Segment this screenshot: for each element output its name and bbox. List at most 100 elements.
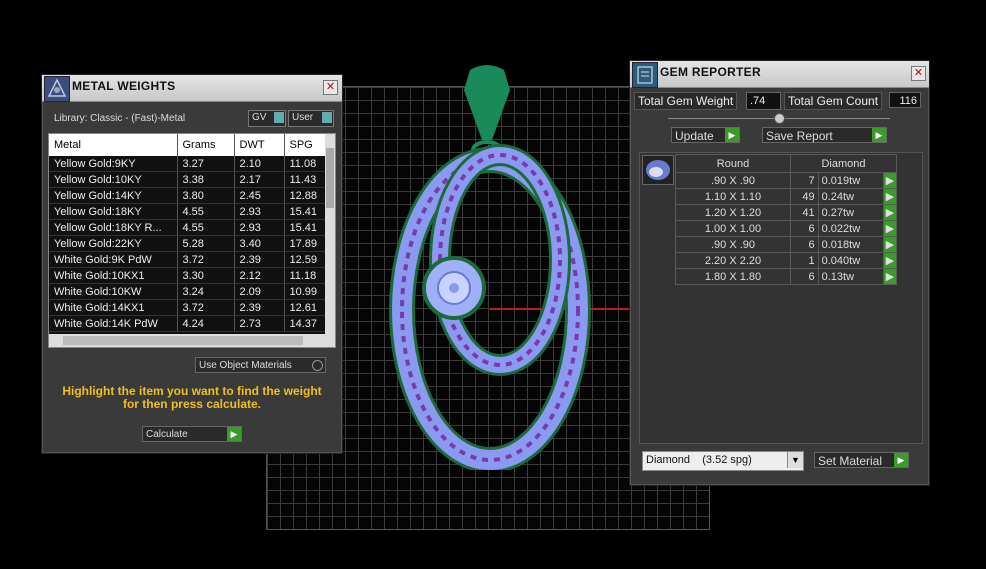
table-row[interactable]: 1.80 X 1.80 6 0.13tw ▶ [675, 268, 897, 285]
table-cell: 3.24 [177, 283, 235, 300]
close-icon[interactable]: ✕ [323, 80, 338, 95]
table-cell: Yellow Gold:14KY [49, 187, 178, 204]
green-arrow-icon[interactable]: ▶ [883, 220, 897, 237]
table-cell: 6 [790, 268, 819, 285]
chevron-down-icon[interactable]: ▼ [787, 452, 803, 468]
table-cell: 4.24 [177, 315, 235, 332]
table-cell: .90 X .90 [675, 172, 791, 189]
table-cell: 10.99 [284, 283, 326, 300]
set-material-button[interactable]: Set Material ▶ [814, 452, 909, 468]
panel-title: METAL WEIGHTS [72, 79, 176, 93]
table-cell: 2.12 [234, 267, 285, 284]
table-cell: 0.24tw [817, 188, 885, 205]
table-cell: 1.20 X 1.20 [675, 204, 791, 221]
user-toggle[interactable]: User [288, 110, 334, 127]
table-cell: 2.20 X 2.20 [675, 252, 791, 269]
table-cell: White Gold:10KW [49, 283, 178, 300]
table-cell: 3.80 [177, 187, 235, 204]
green-arrow-icon[interactable]: ▶ [883, 252, 897, 269]
table-cell: 15.41 [284, 219, 326, 236]
table-cell: 6 [790, 236, 819, 253]
use-object-materials-toggle[interactable]: Use Object Materials [195, 357, 326, 373]
green-arrow-icon[interactable]: ▶ [883, 204, 897, 221]
green-arrow-icon[interactable]: ▶ [883, 268, 897, 285]
table-row[interactable]: 1.20 X 1.20 41 0.27tw ▶ [675, 204, 897, 221]
green-arrow-icon: ▶ [725, 128, 739, 142]
table-cell: 4.55 [177, 203, 235, 220]
metal-weights-panel: METAL WEIGHTS ✕ Library: Classic - (Fast… [41, 74, 343, 454]
table-cell: 11.18 [284, 267, 326, 284]
table-row[interactable]: White Gold:9K PdW 3.72 2.39 12.59 [49, 251, 326, 268]
green-arrow-icon[interactable]: ▶ [883, 172, 897, 189]
column-header[interactable]: Grams [177, 134, 235, 156]
table-cell: 4.55 [177, 219, 235, 236]
table-cell: 2.45 [234, 187, 285, 204]
column-header[interactable]: DWT [234, 134, 285, 156]
total-gem-count-value: 116 [889, 92, 921, 108]
table-cell: 49 [790, 188, 819, 205]
table-cell: 1.10 X 1.10 [675, 188, 791, 205]
table-cell: White Gold:14KX1 [49, 299, 178, 316]
table-cell: Yellow Gold:18KY [49, 203, 178, 220]
table-cell: 1.80 X 1.80 [675, 268, 791, 285]
metal-table-container[interactable]: Metal Grams DWT SPG Yellow Gold:9KY 3.27 2.10… [48, 133, 336, 348]
gv-toggle[interactable]: GV [248, 110, 286, 127]
table-cell: 3.72 [177, 251, 235, 268]
material-select[interactable]: Diamond (3.52 spg) ▼ [642, 451, 804, 471]
green-arrow-icon: ▶ [227, 427, 241, 441]
table-cell: Yellow Gold:18KY R... [49, 219, 178, 236]
table-cell: 1 [790, 252, 819, 269]
splitter-handle[interactable] [774, 113, 785, 124]
total-gem-count-label: Total Gem Count [784, 92, 883, 110]
table-cell: 2.39 [234, 299, 285, 316]
table-cell: 7 [790, 172, 819, 189]
table-row[interactable]: .90 X .90 6 0.018tw ▶ [675, 236, 897, 253]
pendant-model[interactable] [380, 60, 600, 470]
table-cell: White Gold:9K PdW [49, 251, 178, 268]
table-row[interactable]: Yellow Gold:22KY 5.28 3.40 17.89 [49, 235, 326, 252]
table-cell: Yellow Gold:22KY [49, 235, 178, 252]
calculate-button[interactable]: Calculate ▶ [142, 426, 242, 442]
table-row[interactable]: Yellow Gold:9KY 3.27 2.10 11.08 [49, 156, 326, 172]
gem-list-area[interactable]: Round Diamond .90 X .90 7 0.019tw ▶ 1.10 X 1… [639, 152, 923, 444]
table-cell: 0.27tw [817, 204, 885, 221]
table-cell: 11.08 [284, 156, 326, 172]
horizontal-scrollbar[interactable] [49, 334, 335, 347]
table-row[interactable]: Yellow Gold:10KY 3.38 2.17 11.43 [49, 171, 326, 188]
metal-weights-titlebar[interactable]: METAL WEIGHTS ✕ [42, 75, 342, 102]
table-cell: 3.27 [177, 156, 235, 172]
column-header[interactable]: SPG [284, 134, 326, 156]
table-row[interactable]: 1.00 X 1.00 6 0.022tw ▶ [675, 220, 897, 237]
table-cell: 0.040tw [817, 252, 885, 269]
table-row[interactable]: White Gold:14KX1 3.72 2.39 12.61 [49, 299, 326, 316]
table-row[interactable]: White Gold:10KX1 3.30 2.12 11.18 [49, 267, 326, 284]
table-cell: Yellow Gold:10KY [49, 171, 178, 188]
table-cell: 2.17 [234, 171, 285, 188]
green-arrow-icon[interactable]: ▶ [883, 236, 897, 253]
table-row[interactable]: 1.10 X 1.10 49 0.24tw ▶ [675, 188, 897, 205]
column-header[interactable]: Metal [49, 134, 178, 156]
close-icon[interactable]: ✕ [911, 66, 926, 81]
table-row[interactable]: 2.20 X 2.20 1 0.040tw ▶ [675, 252, 897, 269]
table-row[interactable]: .90 X .90 7 0.019tw ▶ [675, 172, 897, 189]
table-cell: 0.13tw [817, 268, 885, 285]
save-report-button[interactable]: Save Report ▶ [762, 127, 887, 143]
table-cell: White Gold:14K PdW [49, 315, 178, 332]
green-arrow-icon[interactable]: ▶ [883, 188, 897, 205]
table-row[interactable]: White Gold:10KW 3.24 2.09 10.99 [49, 283, 326, 300]
panel-title: GEM REPORTER [660, 65, 761, 79]
table-row[interactable]: Yellow Gold:14KY 3.80 2.45 12.88 [49, 187, 326, 204]
table-cell: 2.93 [234, 219, 285, 236]
table-row[interactable]: Yellow Gold:18KY R... 4.55 2.93 15.41 [49, 219, 326, 236]
table-cell: 41 [790, 204, 819, 221]
update-button[interactable]: Update ▶ [671, 127, 740, 143]
gem-reporter-titlebar[interactable]: GEM REPORTER ✕ [630, 61, 929, 88]
table-cell: 0.018tw [817, 236, 885, 253]
material-header: Diamond [790, 154, 897, 173]
table-row[interactable]: White Gold:14K PdW 4.24 2.73 14.37 [49, 315, 326, 332]
round-gem-icon[interactable] [642, 155, 674, 185]
gem-reporter-panel: GEM REPORTER ✕ Total Gem Weight .74 Tota… [629, 60, 930, 486]
table-row[interactable]: Yellow Gold:18KY 4.55 2.93 15.41 [49, 203, 326, 220]
table-cell: 17.89 [284, 235, 326, 252]
vertical-scrollbar[interactable] [325, 134, 335, 334]
